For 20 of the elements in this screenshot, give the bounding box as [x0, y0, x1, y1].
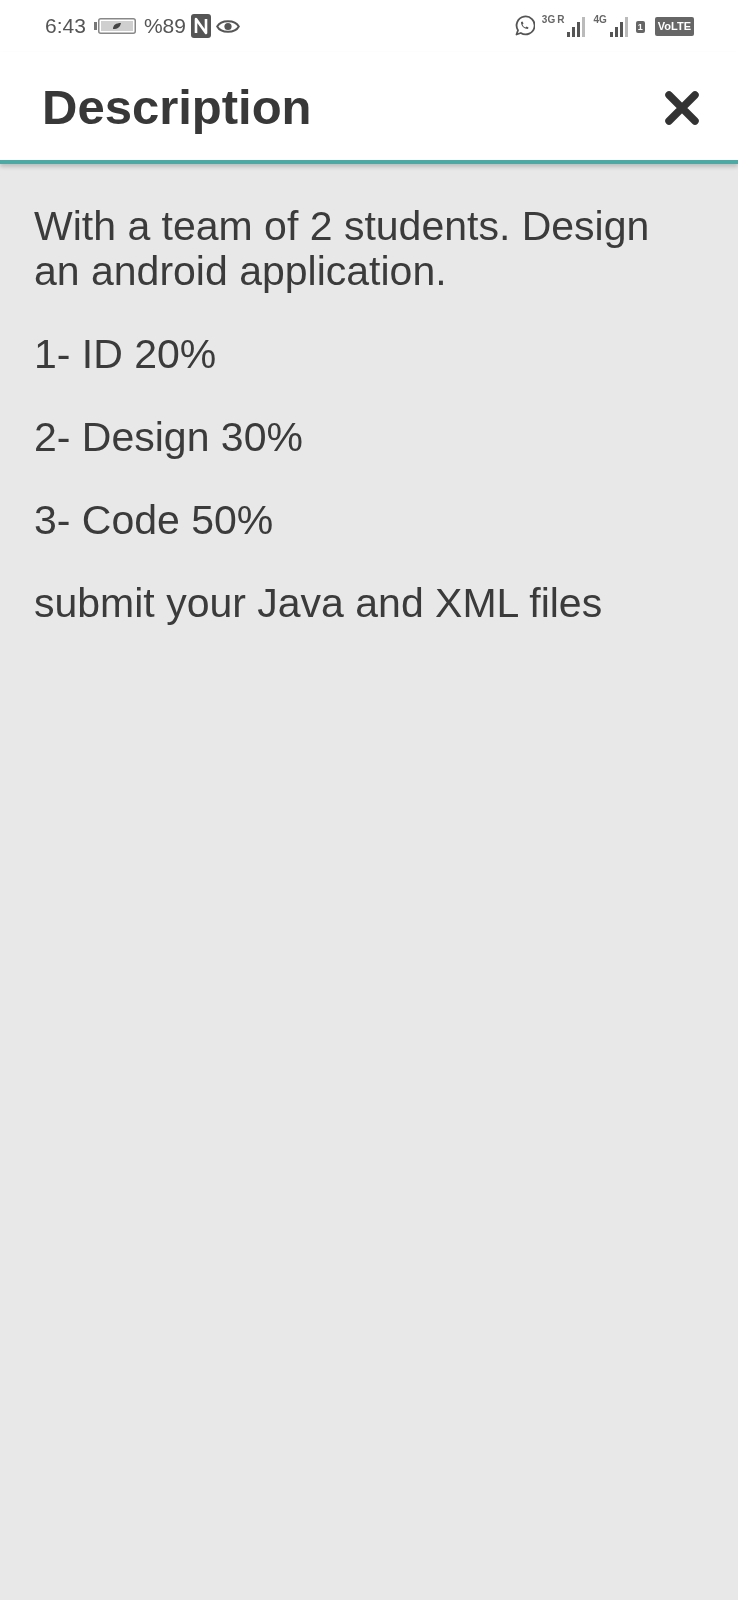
description-paragraph: 2- Design 30% — [34, 415, 304, 460]
close-icon — [664, 90, 700, 126]
volte-badge: VoLTE — [654, 16, 694, 36]
description-paragraph: With a team of 2 students. Design an android application. — [34, 204, 651, 294]
eye-icon — [215, 17, 240, 35]
battery-icon — [93, 18, 136, 34]
sim-badge: 1 — [635, 21, 645, 33]
page-title: Description — [42, 79, 312, 136]
network-type: 4G — [593, 15, 607, 25]
network-type: 3G — [541, 15, 556, 25]
description-paragraph: submit your Java and XML files — [34, 581, 604, 626]
battery-percent: %89 — [143, 14, 186, 38]
description-paragraph: 1- ID 20% — [34, 332, 218, 377]
description-paragraph: 3- Code 50% — [34, 498, 275, 543]
signal-icon — [609, 17, 630, 37]
roaming-label: R — [557, 15, 565, 25]
nfc-icon — [190, 14, 211, 38]
signal-icon — [567, 17, 588, 37]
status-time: 6:43 — [45, 14, 86, 38]
close-button[interactable] — [664, 90, 700, 126]
